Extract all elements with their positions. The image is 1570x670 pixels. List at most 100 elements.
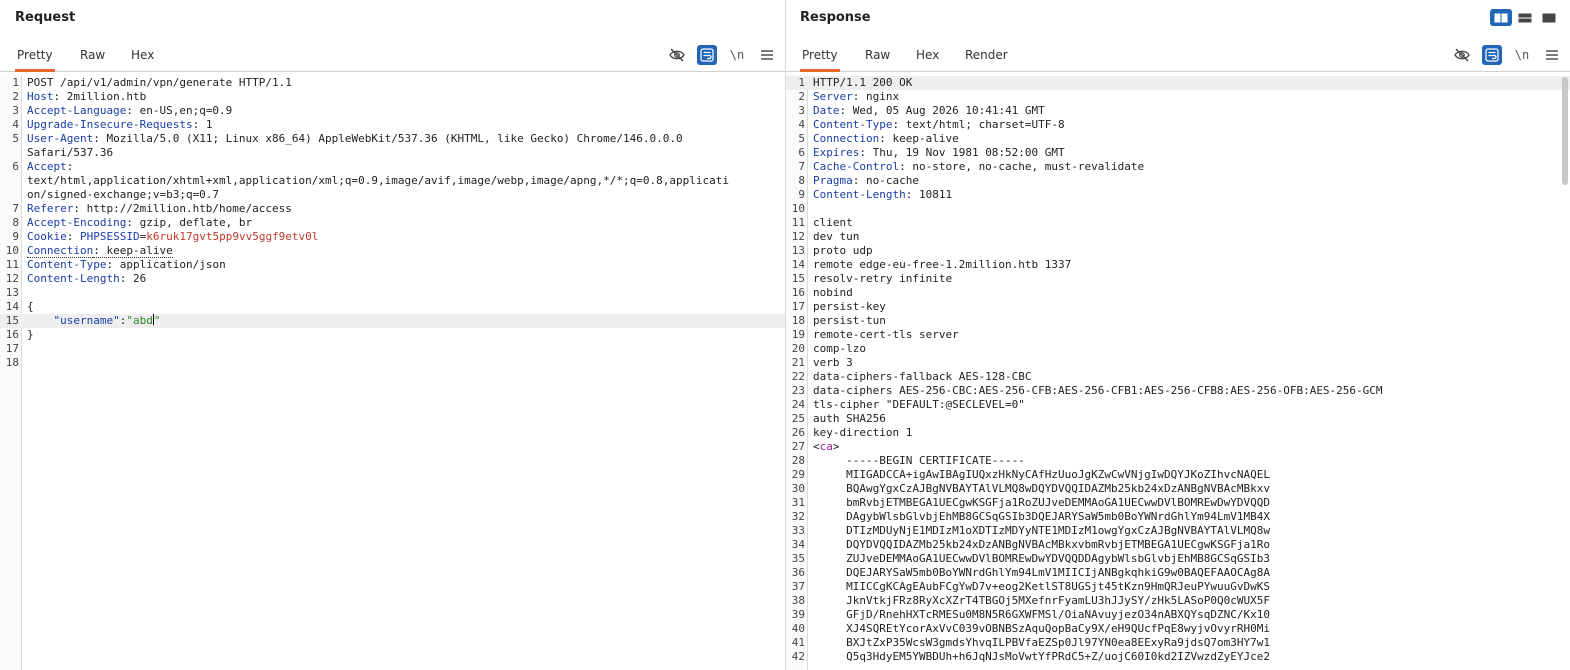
code-line[interactable]: 7 Cache-Control: no-store, no-cache, must… [786, 160, 1570, 174]
code-line[interactable]: 17 persist-key [786, 300, 1570, 314]
code-line[interactable]: 4 Upgrade-Insecure-Requests: 1 [0, 118, 785, 132]
tab-hex[interactable]: Hex [914, 42, 941, 72]
tab-hex[interactable]: Hex [129, 42, 156, 72]
code-line[interactable]: 34 DQYDVQQIDAZMb25kb24xDzANBgNVBAcMBkxvb… [786, 538, 1570, 552]
code-line[interactable]: 11 Content-Type: application/json [0, 258, 785, 272]
code-line[interactable]: 14 remote edge-eu-free-1.2million.htb 133… [786, 258, 1570, 272]
code-line[interactable]: 39 GFjD/RnehHXTcRMESu0M8N5R6GXWFMSl/OiaN… [786, 608, 1570, 622]
code-line[interactable]: 42 Q5q3HdyEM5YWBDUh+h6JqNJsMoVwtYfPRdC5+… [786, 650, 1570, 664]
newline-toggle[interactable]: \n [1512, 45, 1532, 65]
code-line[interactable]: 10 [786, 202, 1570, 216]
split-vertical-icon[interactable] [1490, 9, 1512, 26]
code-line[interactable]: 37 MIICCgKCAgEAubFCgYwD7v+eog2KetlST8UGS… [786, 580, 1570, 594]
line-number: 23 [791, 384, 805, 397]
line-number: 36 [791, 566, 805, 579]
code-line[interactable]: 13 [0, 286, 785, 300]
eye-slash-icon[interactable] [667, 45, 687, 65]
code-token: MIIGADCCA+igAwIBAgIUQxzHkNyCAfHzUuoJgKZw… [813, 468, 1270, 481]
response-editor[interactable]: 1 HTTP/1.1 200 OK 2 Server: nginx 3 Date: Wed… [786, 75, 1570, 670]
code-line[interactable]: 40 XJ4SQREtYcorAxVvC039vOBNBSzAquQopBaCy… [786, 622, 1570, 636]
code-line[interactable]: 24 tls-cipher "DEFAULT:@SECLEVEL=0" [786, 398, 1570, 412]
line-number: 20 [791, 342, 805, 355]
code-line[interactable]: 9 Content-Length: 10811 [786, 188, 1570, 202]
code-line[interactable]: 2 Host: 2million.htb [0, 90, 785, 104]
tab-render[interactable]: Render [963, 42, 1010, 72]
tab-pretty[interactable]: Pretty [800, 42, 840, 72]
wrap-icon[interactable] [1482, 45, 1502, 65]
code-token: : no-cache [852, 174, 919, 187]
tab-pretty[interactable]: Pretty [15, 42, 55, 72]
split-horizontal-icon[interactable] [1514, 9, 1536, 26]
menu-icon[interactable] [1542, 45, 1562, 65]
code-line[interactable]: 21 verb 3 [786, 356, 1570, 370]
eye-slash-icon[interactable] [1452, 45, 1472, 65]
code-line[interactable]: 12 Content-Length: 26 [0, 272, 785, 286]
code-line[interactable]: 17 [0, 342, 785, 356]
code-line[interactable]: 14 { [0, 300, 785, 314]
code-line[interactable]: 6 Accept: [0, 160, 785, 174]
code-line[interactable]: 28 -----BEGIN CERTIFICATE----- [786, 454, 1570, 468]
tab-raw[interactable]: Raw [78, 42, 107, 72]
code-line[interactable]: 19 remote-cert-tls server [786, 328, 1570, 342]
code-line[interactable]: 15 "username":"abd" [0, 314, 785, 328]
line-content: verb 3 [813, 356, 853, 370]
code-line[interactable]: 10 Connection: keep-alive [0, 244, 785, 258]
code-line[interactable]: 36 DQEJARYSaW5mb0BoYWNrdGhlYm94LmV1MIICI… [786, 566, 1570, 580]
code-line[interactable]: 6 Expires: Thu, 19 Nov 1981 08:52:00 GMT [786, 146, 1570, 160]
code-line[interactable]: 29 MIIGADCCA+igAwIBAgIUQxzHkNyCAfHzUuoJg… [786, 468, 1570, 482]
code-line[interactable]: text/html,application/xhtml+xml,applicat… [0, 174, 785, 188]
menu-icon[interactable] [757, 45, 777, 65]
code-line[interactable]: 5 Connection: keep-alive [786, 132, 1570, 146]
line-number: 10 [5, 244, 19, 257]
code-line[interactable]: 27 <ca> [786, 440, 1570, 454]
code-line[interactable]: 1 POST /api/v1/admin/vpn/generate HTTP/1.… [0, 76, 785, 90]
code-line[interactable]: 16 nobind [786, 286, 1570, 300]
code-line[interactable]: 4 Content-Type: text/html; charset=UTF-8 [786, 118, 1570, 132]
code-line[interactable]: 8 Accept-Encoding: gzip, deflate, br [0, 216, 785, 230]
code-token: POST /api/v1/admin/vpn/generate HTTP/1.1 [27, 76, 292, 89]
code-token: Connection [27, 244, 94, 258]
code-line[interactable]: 18 [0, 356, 785, 370]
code-line[interactable]: 33 DTIzMDUyNjE1MDIzM1oXDTIzMDYyNTE1MDIzM… [786, 524, 1570, 538]
code-line[interactable]: 23 data-ciphers AES-256-CBC:AES-256-CFB:A… [786, 384, 1570, 398]
code-line[interactable]: Safari/537.36 [0, 146, 785, 160]
scrollbar-thumb[interactable] [1562, 77, 1568, 185]
code-line[interactable]: 3 Accept-Language: en-US,en;q=0.9 [0, 104, 785, 118]
code-line[interactable]: 11 client [786, 216, 1570, 230]
code-line[interactable]: 38 JknVtkjFRz8RyXcXZrT4TBGOj5MXefnrFyamL… [786, 594, 1570, 608]
code-line[interactable]: 5 User-Agent: Mozilla/5.0 (X11; Linux x86… [0, 132, 785, 146]
wrap-icon[interactable] [697, 45, 717, 65]
code-token: Content-Length [813, 188, 906, 201]
request-editor[interactable]: 1 POST /api/v1/admin/vpn/generate HTTP/1.… [0, 75, 785, 670]
code-line[interactable]: 30 BQAwgYgxCzAJBgNVBAYTAlVLMQ8wDQYDVQQID… [786, 482, 1570, 496]
code-line[interactable]: 20 comp-lzo [786, 342, 1570, 356]
code-line[interactable]: 35 ZUJveDEMMAoGA1UECwwDVlBOMREwDwYDVQQDD… [786, 552, 1570, 566]
code-token: Accept-Encoding [27, 216, 127, 229]
code-line[interactable]: 12 dev tun [786, 230, 1570, 244]
code-line[interactable]: 7 Referer: http://2million.htb/home/acces… [0, 202, 785, 216]
code-line[interactable]: 9 Cookie: PHPSESSID=k6ruk17gvt5pp9vv5ggf9… [0, 230, 785, 244]
code-line[interactable]: 41 BXJtZxP35WcsW3gmdsYhvqILPBVfaEZSp0Jl9… [786, 636, 1570, 650]
code-token: : 10811 [905, 188, 953, 201]
code-line[interactable]: 31 bmRvbjETMBEGA1UECgwKSGFja1RoZUJveDEMM… [786, 496, 1570, 510]
code-line[interactable]: on/signed-exchange;v=b3;q=0.7 [0, 188, 785, 202]
code-line[interactable]: 3 Date: Wed, 05 Aug 2026 10:41:41 GMT [786, 104, 1570, 118]
line-content: -----BEGIN CERTIFICATE----- [813, 454, 1025, 468]
code-line[interactable]: 1 HTTP/1.1 200 OK [786, 76, 1570, 90]
tab-raw[interactable]: Raw [863, 42, 892, 72]
code-line[interactable]: 8 Pragma: no-cache [786, 174, 1570, 188]
code-line[interactable]: 25 auth SHA256 [786, 412, 1570, 426]
code-line[interactable]: 13 proto udp [786, 244, 1570, 258]
response-scrollbar[interactable] [1560, 75, 1568, 670]
single-pane-icon[interactable] [1538, 9, 1560, 26]
code-line[interactable]: 22 data-ciphers-fallback AES-128-CBC [786, 370, 1570, 384]
code-line[interactable]: 26 key-direction 1 [786, 426, 1570, 440]
code-line[interactable]: 2 Server: nginx [786, 90, 1570, 104]
code-line[interactable]: 15 resolv-retry infinite [786, 272, 1570, 286]
line-number: 5 [12, 132, 19, 145]
code-line[interactable]: 32 DAgybWlsbGlvbjEhMB8GCSqGSIb3DQEJARYSa… [786, 510, 1570, 524]
newline-toggle[interactable]: \n [727, 45, 747, 65]
line-content: dev tun [813, 230, 859, 244]
code-line[interactable]: 18 persist-tun [786, 314, 1570, 328]
code-line[interactable]: 16} [0, 328, 785, 342]
